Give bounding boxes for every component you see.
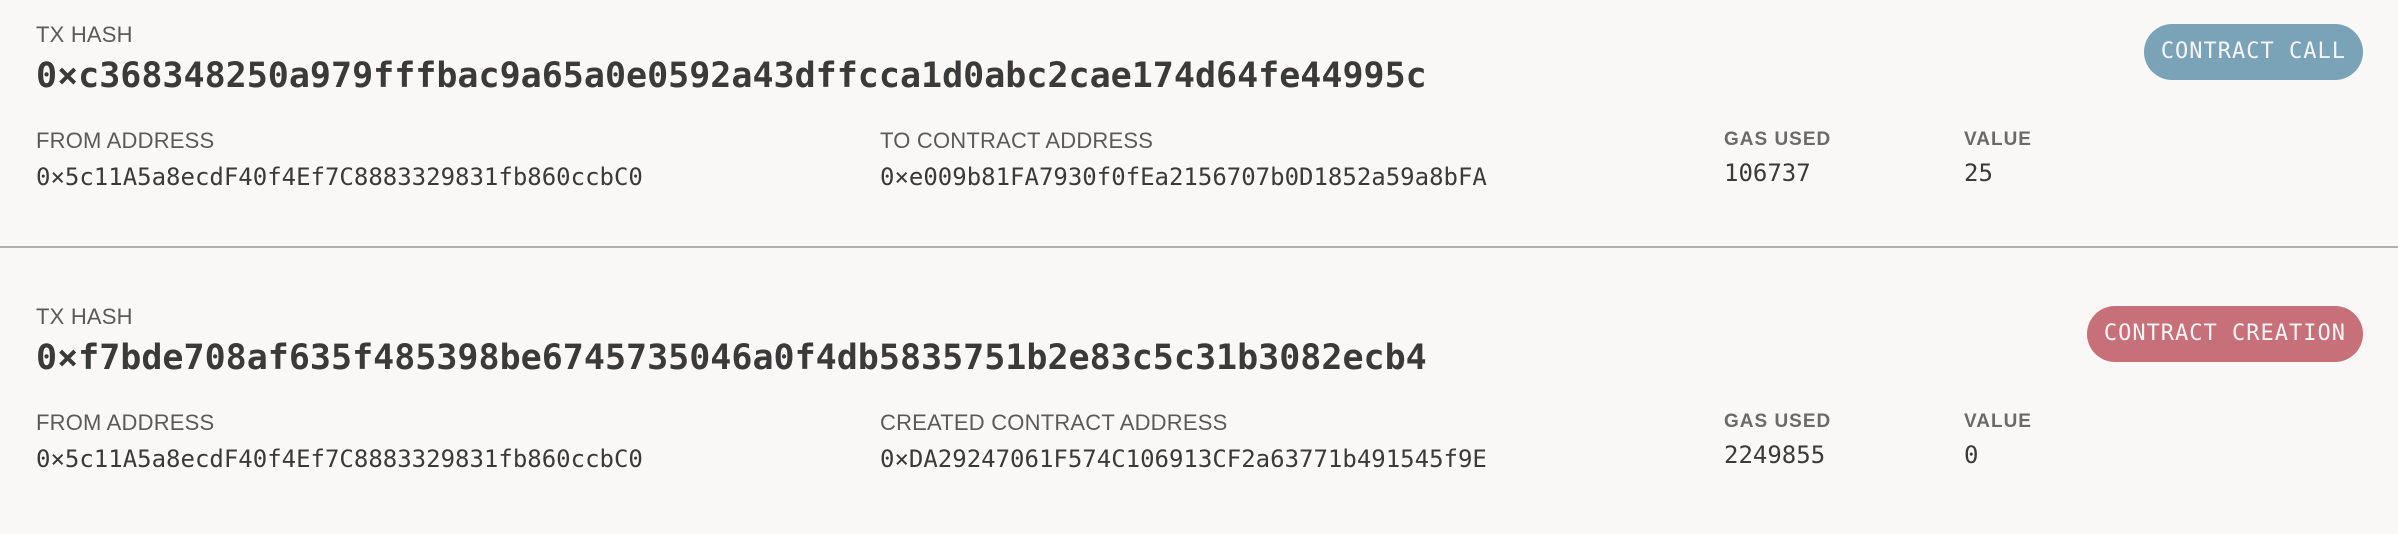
contract-call-badge: CONTRACT CALL [2143, 24, 2363, 80]
value-label: VALUE [1964, 411, 2032, 432]
tx-hash-label: TX HASH [36, 22, 133, 47]
tx-hash[interactable]: 0×f7bde708af635f485398be6745735046a0f4db… [36, 338, 1427, 378]
to-contract-address[interactable]: 0×e009b81FA7930f0fEa2156707b0D1852a59a8b… [880, 163, 1487, 191]
from-address[interactable]: 0×5c11A5a8ecdF40f4Ef7C8883329831fb860ccb… [36, 445, 643, 473]
gas-used-label: GAS USED [1724, 411, 1832, 432]
transaction-card: TX HASH 0×c368348250a979fffbac9a65a0e059… [0, 0, 2398, 248]
from-address-label: FROM ADDRESS [36, 410, 215, 435]
value-amount: 0 [1964, 441, 1979, 469]
value-amount: 25 [1964, 159, 1993, 187]
contract-creation-badge: CONTRACT CREATION [2086, 306, 2363, 362]
tx-hash-label: TX HASH [36, 304, 133, 329]
to-contract-address-label: TO CONTRACT ADDRESS [880, 128, 1154, 153]
transaction-card: TX HASH 0×f7bde708af635f485398be67457350… [0, 248, 2398, 532]
created-contract-address-label: CREATED CONTRACT ADDRESS [880, 410, 1228, 435]
gas-used-value: 2249855 [1724, 441, 1826, 469]
tx-hash[interactable]: 0×c368348250a979fffbac9a65a0e0592a43dffc… [36, 56, 1427, 96]
from-address-label: FROM ADDRESS [36, 128, 215, 153]
gas-used-label: GAS USED [1724, 129, 1832, 150]
gas-used-value: 106737 [1724, 159, 1811, 187]
value-label: VALUE [1964, 129, 2032, 150]
from-address[interactable]: 0×5c11A5a8ecdF40f4Ef7C8883329831fb860ccb… [36, 163, 643, 191]
created-contract-address[interactable]: 0×DA29247061F574C106913CF2a63771b491545f… [880, 445, 1487, 473]
